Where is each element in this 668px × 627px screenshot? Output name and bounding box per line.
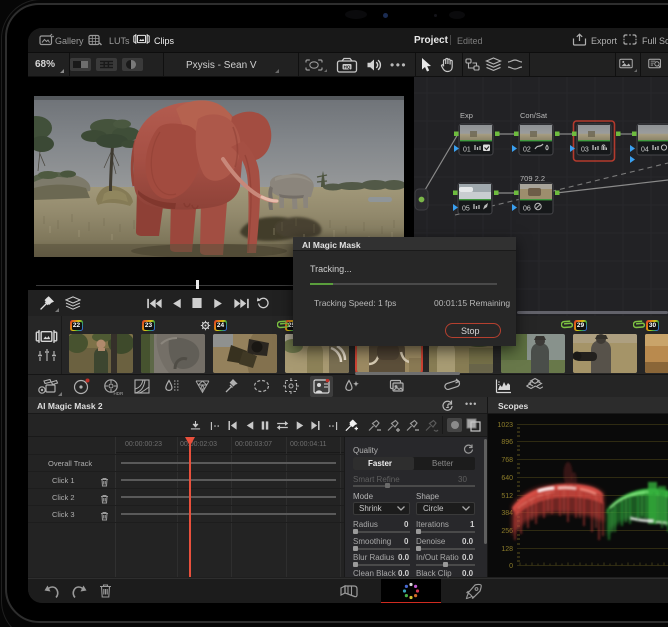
svg-text:01: 01	[463, 147, 471, 154]
svg-text:384: 384	[501, 510, 513, 517]
svg-text:02: 02	[523, 147, 531, 154]
svg-text:06: 06	[523, 206, 531, 213]
svg-text:709 2.2: 709 2.2	[520, 174, 545, 183]
svg-text:512: 512	[501, 493, 513, 500]
svg-text:1023: 1023	[497, 422, 513, 429]
svg-text:HQ: HQ	[344, 65, 351, 70]
svg-text:0: 0	[509, 563, 513, 570]
svg-text:03: 03	[581, 147, 589, 154]
svg-text:768: 768	[501, 457, 513, 464]
svg-text:128: 128	[501, 546, 513, 553]
svg-text:05: 05	[462, 206, 470, 213]
svg-text:Exp: Exp	[460, 111, 473, 120]
svg-text:896: 896	[501, 439, 513, 446]
svg-text:04: 04	[641, 147, 649, 154]
svg-text:256: 256	[501, 528, 513, 535]
svg-text:HDR: HDR	[114, 391, 124, 396]
svg-text:Con/Sat: Con/Sat	[520, 111, 548, 120]
svg-text:640: 640	[501, 475, 513, 482]
